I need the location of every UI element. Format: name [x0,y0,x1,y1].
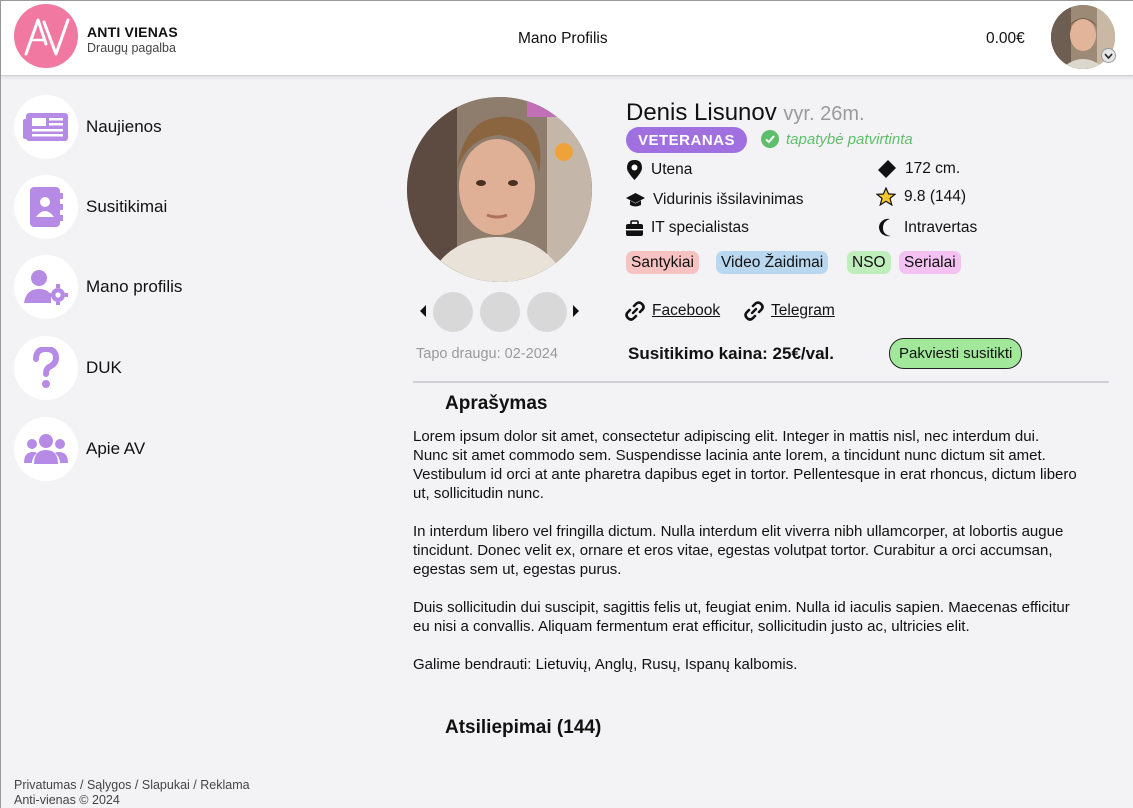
check-circle-icon [761,130,779,148]
photo-thumbnail[interactable] [480,292,520,332]
copyright: Anti-vienas © 2024 [14,793,120,807]
sidebar-item-label: Susitikimai [86,197,168,216]
logo-mark-icon [24,18,70,56]
rank-badge: VETERANAS [626,127,748,153]
profile-age: vyr. 26m. [783,103,865,125]
footer-link-privatumas[interactable]: Privatumas [14,778,77,792]
brand-subtitle: Draugų pagalba [87,41,176,55]
interest-tag[interactable]: Video Žaidimai [716,251,829,274]
sidebar-item-naujienos[interactable]: Naujienos [14,94,162,160]
photo-next-button[interactable] [570,303,582,319]
link-icon [744,301,764,321]
account-balance: 0.00€ [986,30,1025,47]
interest-tag[interactable]: NSO [847,251,891,274]
info-city: Utena [626,160,692,180]
link-icon [625,301,645,321]
info-personality: Intravertas [877,218,977,237]
info-rating: 9.8 (144) [876,187,966,206]
chevron-down-icon [1104,52,1113,59]
question-icon [33,347,59,388]
description-text: Lorem ipsum dolor sit amet, consectetur … [413,428,1077,673]
footer-links: Privatumas / Sąlygos / Slapukai / Reklam… [14,778,250,792]
interest-tag[interactable]: Serialai [899,251,961,274]
info-job: IT specialistas [626,219,749,237]
reviews-title: Atsiliepimai (144) [445,717,602,738]
meeting-price: Susitikimo kaina: 25€/val. [628,344,834,363]
description-title: Aprašymas [445,393,548,414]
photo-prev-button[interactable] [417,303,429,319]
profile-name: Denis Lisunov vyr. 26m. [626,99,865,126]
sidebar-item-mano-profilis[interactable]: Mano profilis [14,254,182,320]
newspaper-icon [23,113,68,141]
moon-icon [879,218,891,237]
caret-right-icon [573,305,579,317]
star-icon [876,187,896,206]
photo-thumbnail[interactable] [527,292,567,332]
telegram-link[interactable]: Telegram [744,301,835,321]
sidebar-item-apie-av[interactable]: Apie AV [14,416,145,482]
graduation-cap-icon [626,193,645,207]
info-height: 172 cm. [877,160,960,178]
sidebar-item-susitikimai[interactable]: Susitikimai [14,174,167,240]
page-title: Mano Profilis [518,30,608,47]
profile-photo[interactable] [407,97,592,282]
footer-link-salygos[interactable]: Sąlygos [87,778,131,792]
invite-meeting-button[interactable]: Pakviesti susitikti [889,338,1023,369]
brand-name: ANTI VIENAS [87,24,178,40]
sidebar-item-label: Naujienos [86,117,162,136]
contact-book-icon [30,187,63,227]
footer-link-reklama[interactable]: Reklama [200,778,249,792]
logo[interactable] [14,4,78,68]
account-menu-chevron[interactable] [1101,48,1116,63]
divider [413,381,1109,383]
verified-status: tapatybė patvirtinta [761,130,913,148]
briefcase-icon [626,220,643,236]
location-pin-icon [627,160,642,180]
user-gear-icon [24,270,68,305]
footer-link-slapukai[interactable]: Slapukai [142,778,190,792]
caret-left-icon [420,305,426,317]
top-bar: ANTI VIENAS Draugų pagalba Mano Profilis… [1,0,1133,76]
sidebar-item-label: Apie AV [86,439,146,458]
sidebar-item-label: DUK [86,358,122,377]
photo-thumbnail[interactable] [433,292,473,332]
profile-portrait-icon [407,97,592,282]
sidebar-item-label: Mano profilis [86,277,183,296]
ruler-icon [878,160,896,178]
interest-tag[interactable]: Santykiai [626,251,699,274]
users-icon [24,434,68,464]
member-since: Tapo draugu: 02-2024 [416,346,558,362]
sidebar-item-duk[interactable]: DUK [14,335,122,401]
facebook-link[interactable]: Facebook [625,301,720,321]
info-education: Vidurinis išsilavinimas [626,191,803,209]
